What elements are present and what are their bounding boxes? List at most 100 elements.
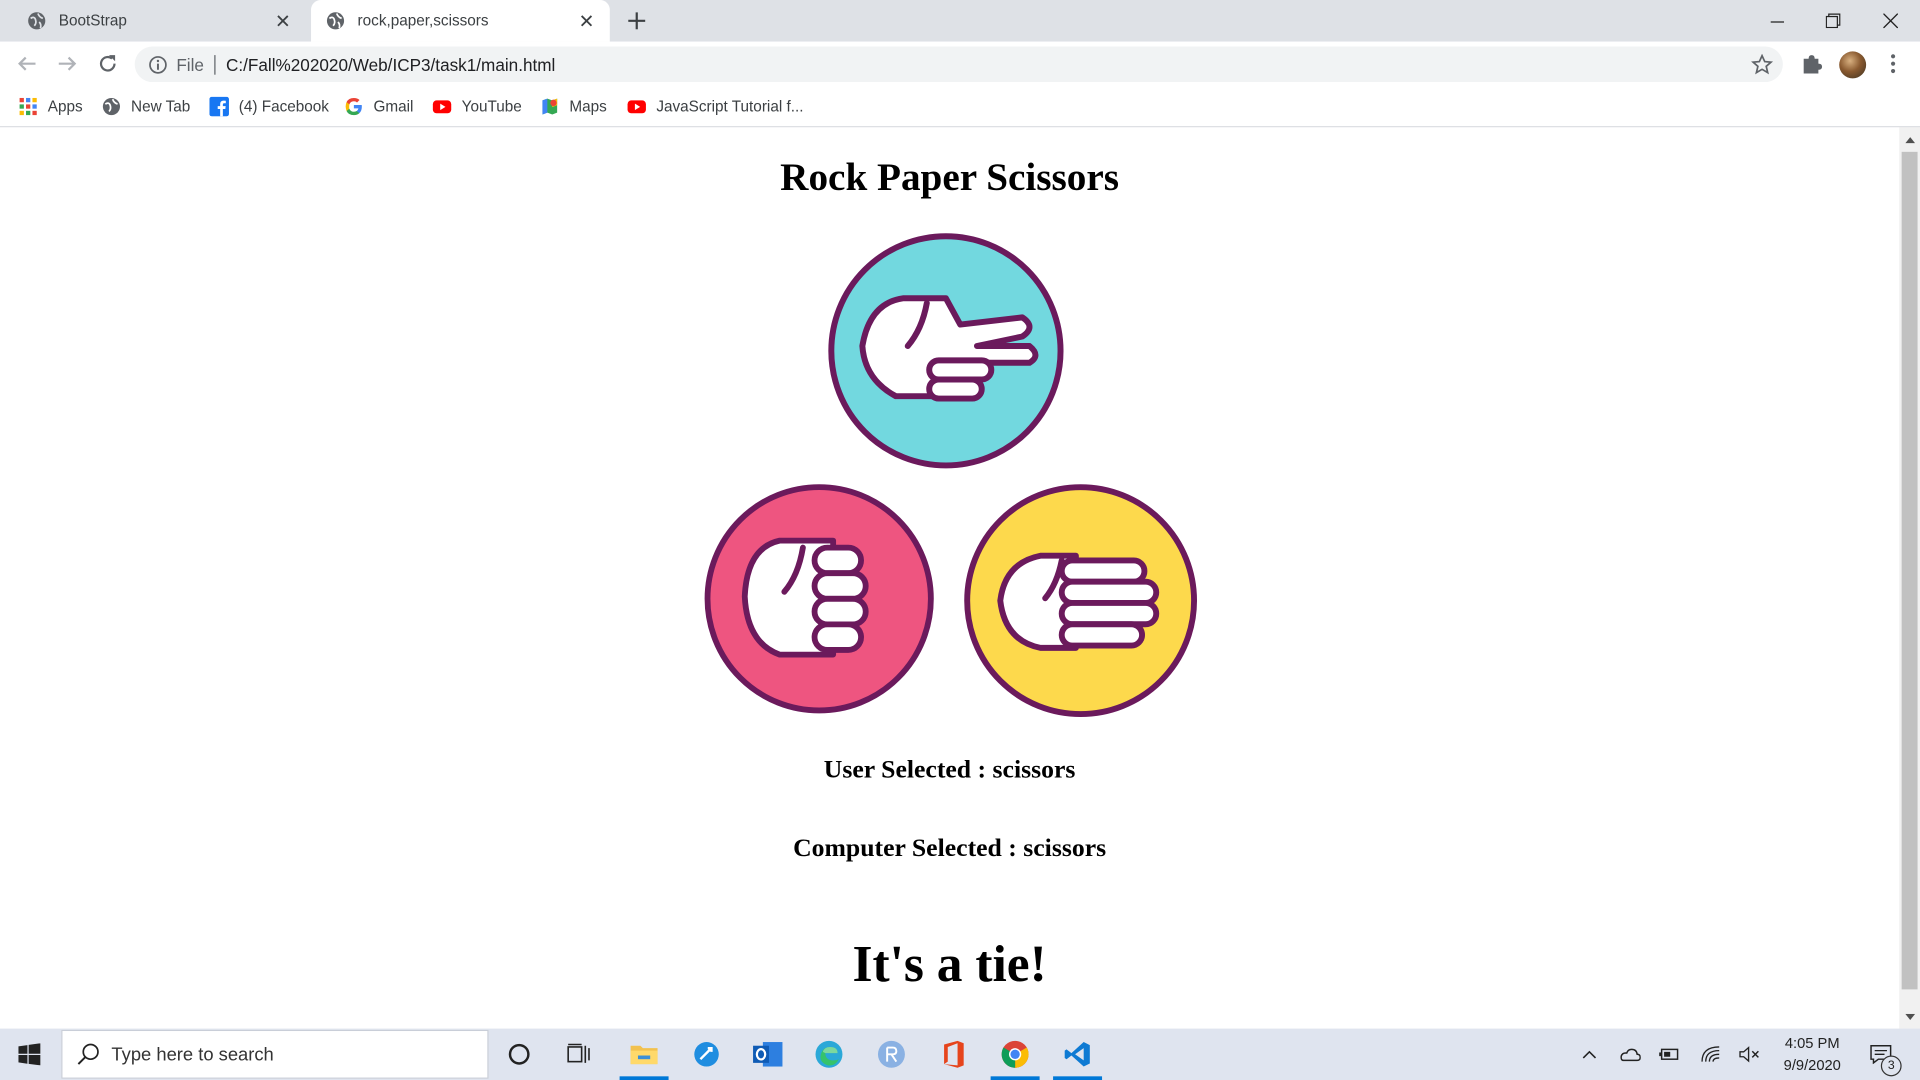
- vscode-icon: [1064, 1042, 1090, 1067]
- url-scheme: File: [176, 54, 204, 75]
- extensions-button[interactable]: [1800, 51, 1824, 75]
- youtube-icon: [432, 100, 452, 114]
- edge-icon: [815, 1040, 843, 1068]
- search-placeholder: Type here to search: [111, 1043, 274, 1065]
- tab-title: rock,paper,scissors: [357, 12, 489, 30]
- cloud-icon: [1620, 1048, 1641, 1062]
- bookmarks-bar: Apps New Tab (4) Facebook Gmail YouTube …: [0, 86, 1920, 128]
- start-button[interactable]: [0, 1029, 59, 1080]
- task-view-button[interactable]: [551, 1029, 607, 1080]
- bookmark-maps[interactable]: Maps: [540, 96, 607, 118]
- apps-grid-icon: [19, 97, 37, 116]
- rocket-app-icon: [694, 1042, 719, 1067]
- url-text[interactable]: C:/Fall%202020/Web/ICP3/task1/main.html: [226, 54, 1751, 74]
- bookmark-label: Gmail: [373, 97, 414, 116]
- close-tab-icon[interactable]: [576, 10, 598, 32]
- wifi-icon: [1701, 1046, 1720, 1062]
- tab-bootstrap[interactable]: BootStrap: [12, 0, 306, 42]
- volume-tray-button[interactable]: [1734, 1029, 1766, 1080]
- taskbar-search-box[interactable]: Type here to search: [61, 1029, 489, 1079]
- bookmark-label: Apps: [47, 97, 83, 116]
- puzzle-icon: [1803, 55, 1823, 74]
- info-icon[interactable]: [148, 54, 168, 74]
- vscode-button[interactable]: [1049, 1029, 1105, 1080]
- bookmark-gmail[interactable]: Gmail: [344, 96, 413, 118]
- task-view-icon: [567, 1043, 590, 1063]
- google-icon: [345, 97, 362, 116]
- onedrive-tray-button[interactable]: [1614, 1029, 1646, 1080]
- maps-icon: [542, 98, 558, 115]
- bookmark-apps[interactable]: Apps: [18, 96, 83, 118]
- close-icon: [1883, 13, 1898, 29]
- folder-icon: [630, 1045, 658, 1065]
- scissors-button[interactable]: [827, 231, 1066, 470]
- bookmark-javascript-tutorial[interactable]: JavaScript Tutorial f...: [627, 96, 804, 118]
- menu-button[interactable]: [1881, 51, 1905, 75]
- plus-icon: [628, 12, 646, 30]
- cortana-circle-icon: [508, 1043, 530, 1065]
- clock-date: 9/9/2020: [1783, 1056, 1841, 1074]
- page-viewport: Rock Paper Scissors User Selected: scis…: [0, 127, 1900, 1029]
- back-arrow-icon: [18, 56, 36, 71]
- bookmark-youtube[interactable]: YouTube: [432, 96, 522, 118]
- tab-title: BootStrap: [58, 12, 127, 30]
- show-hidden-icons-button[interactable]: [1575, 1029, 1604, 1080]
- forward-button[interactable]: [53, 49, 82, 78]
- address-separator: [213, 54, 215, 75]
- battery-tray-button[interactable]: [1653, 1029, 1685, 1080]
- office-button[interactable]: [926, 1029, 982, 1080]
- new-tab-button[interactable]: [623, 7, 650, 34]
- restore-icon: [1825, 13, 1841, 29]
- bookmark-label: New Tab: [131, 97, 191, 116]
- restore-button[interactable]: [1805, 0, 1861, 42]
- onedrive-sync-app-button[interactable]: [678, 1029, 734, 1080]
- r-app-button[interactable]: [863, 1029, 919, 1080]
- paper-button[interactable]: [962, 482, 1198, 718]
- computer-selection-text: Computer Selected : scissors: [793, 832, 1107, 863]
- facebook-icon: [209, 96, 229, 117]
- minimize-button[interactable]: [1749, 0, 1805, 42]
- chrome-button[interactable]: [987, 1029, 1043, 1080]
- scrollbar-thumb[interactable]: [1901, 151, 1918, 990]
- globe-icon: [102, 97, 121, 116]
- edge-button[interactable]: [801, 1029, 857, 1080]
- globe-icon: [326, 12, 345, 30]
- scroll-up-arrow-icon[interactable]: [1899, 130, 1920, 150]
- wifi-tray-button[interactable]: [1695, 1029, 1727, 1080]
- youtube-icon: [627, 100, 646, 114]
- taskbar-clock[interactable]: 4:05 PM 9/9/2020: [1773, 1032, 1851, 1076]
- bookmark-facebook[interactable]: (4) Facebook: [209, 96, 329, 118]
- search-icon: [77, 1043, 99, 1065]
- notification-count-badge: 3: [1880, 1055, 1902, 1077]
- volume-muted-icon: [1739, 1046, 1759, 1063]
- rock-fist-icon: [704, 484, 934, 714]
- windows-taskbar: Type here to search 4:05 PM 9/9/2020 3: [0, 1028, 1920, 1080]
- paper-hand-icon: [964, 484, 1198, 718]
- close-tab-icon[interactable]: [272, 10, 294, 32]
- scissors-hand-icon: [828, 233, 1064, 469]
- vertical-scrollbar[interactable]: [1899, 127, 1920, 1029]
- close-window-button[interactable]: [1862, 0, 1918, 42]
- file-explorer-button[interactable]: [616, 1029, 672, 1080]
- globe-icon: [28, 12, 46, 30]
- cortana-button[interactable]: [491, 1029, 547, 1080]
- rock-button[interactable]: [703, 482, 936, 715]
- outlook-icon: [753, 1042, 783, 1067]
- address-bar[interactable]: File C:/Fall%202020/Web/ICP3/task1/main.…: [134, 46, 1783, 83]
- bookmark-star-icon[interactable]: [1751, 53, 1774, 75]
- outlook-button[interactable]: [740, 1029, 796, 1080]
- bookmark-new-tab[interactable]: New Tab: [102, 96, 191, 118]
- scroll-down-arrow-icon[interactable]: [1899, 1007, 1920, 1027]
- profile-avatar[interactable]: [1839, 51, 1867, 79]
- reload-button[interactable]: [93, 49, 122, 78]
- user-selection-text: User Selected : scissors: [823, 754, 1076, 784]
- bookmark-label: YouTube: [461, 97, 522, 116]
- r-language-icon: [877, 1040, 905, 1068]
- page-title: Rock Paper Scissors: [780, 154, 1120, 199]
- back-button[interactable]: [12, 49, 41, 78]
- office-icon: [944, 1040, 964, 1068]
- forward-arrow-icon: [58, 56, 77, 71]
- tab-rock-paper-scissors[interactable]: rock,paper,scissors: [311, 0, 610, 42]
- kebab-menu-icon: [1890, 54, 1896, 74]
- bookmark-label: Maps: [569, 97, 607, 116]
